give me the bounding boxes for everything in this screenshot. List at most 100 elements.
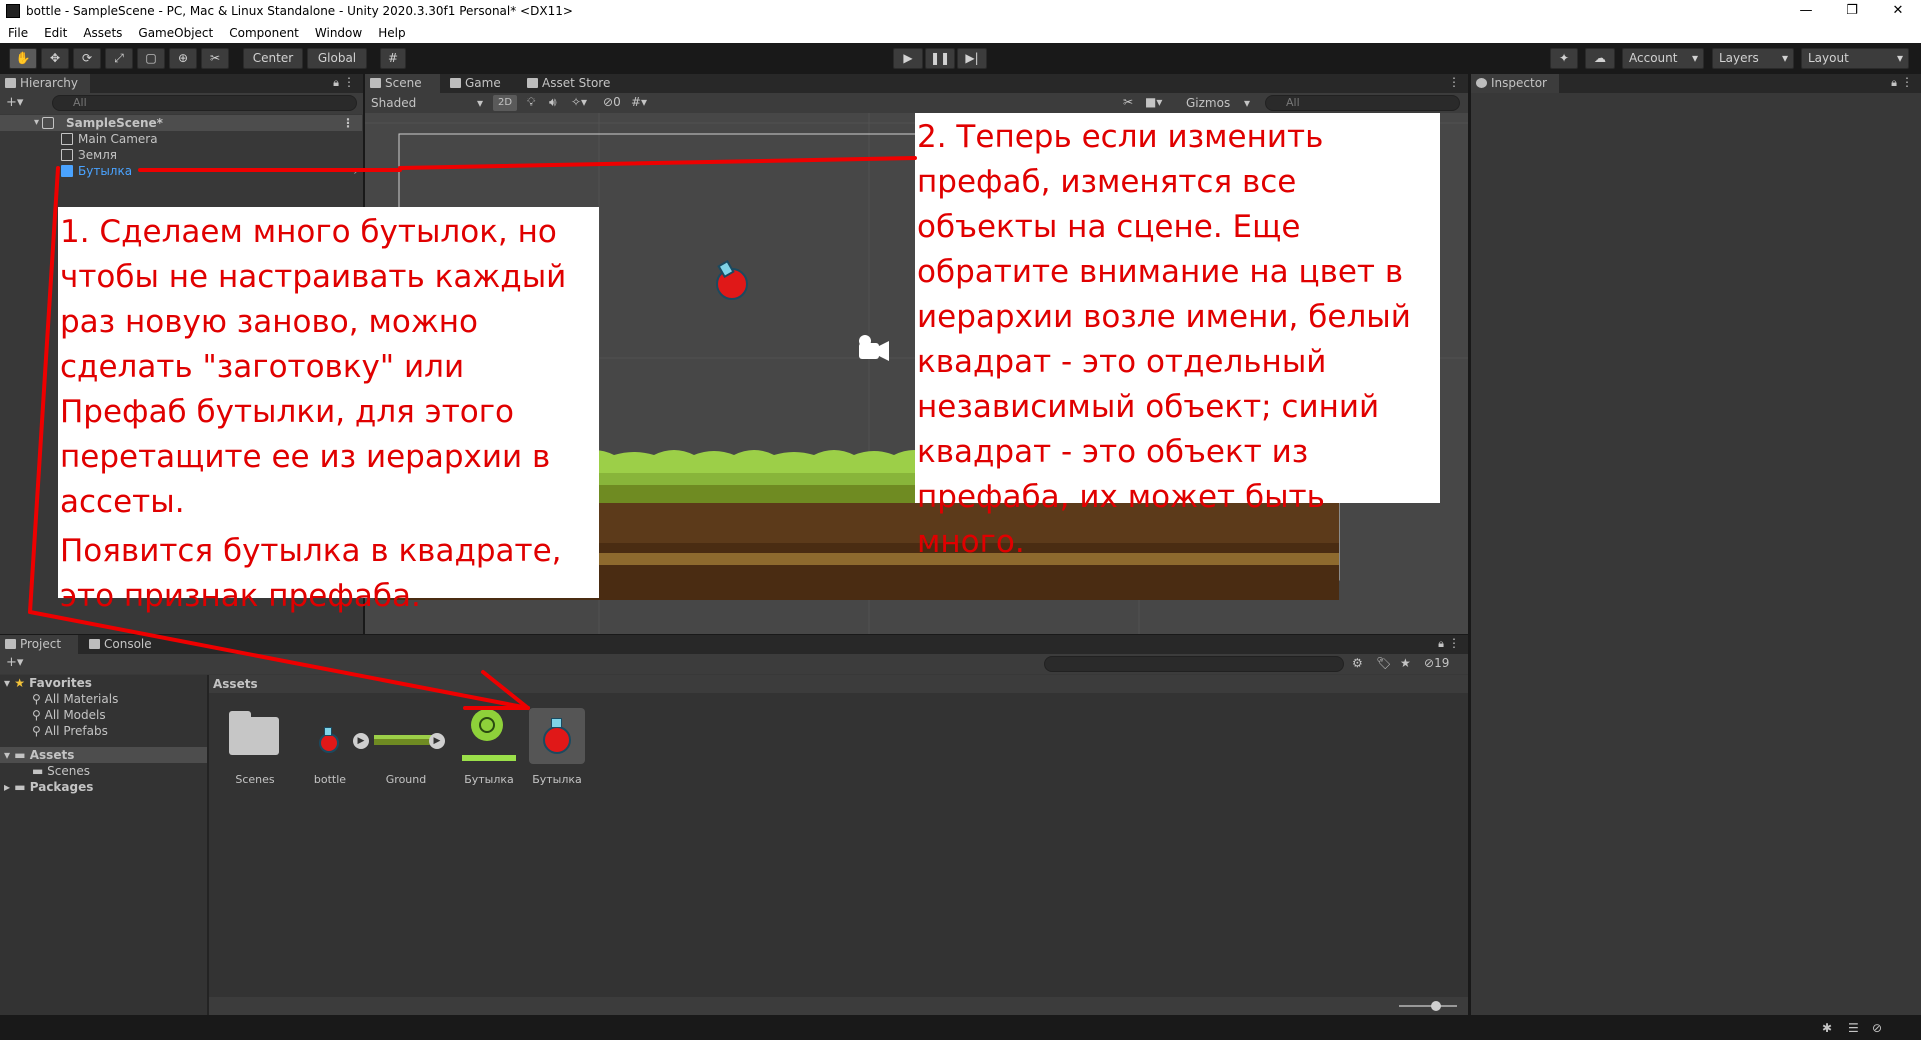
minimize-button[interactable]: —: [1783, 0, 1829, 22]
collab-icon[interactable]: ✦: [1550, 48, 1578, 69]
move-tool-icon[interactable]: ✥: [41, 48, 69, 69]
favorites-row[interactable]: ▾ ★ Favorites: [4, 675, 92, 691]
menu-gameobject[interactable]: GameObject: [130, 26, 221, 40]
tab-project[interactable]: Project: [0, 635, 78, 654]
rotate-tool-icon[interactable]: ⟳: [73, 48, 101, 69]
hand-tool-icon[interactable]: ✋: [9, 48, 37, 69]
unity-app-icon: [6, 4, 20, 18]
more-options-icon[interactable]: ⋮: [1448, 636, 1460, 650]
asset-label-scenes: Scenes: [235, 773, 275, 786]
favorite-all-prefabs[interactable]: ⚲ All Prefabs: [32, 723, 108, 739]
asset-scenes[interactable]: [229, 711, 281, 755]
filter-type-icon[interactable]: ⚙: [1352, 656, 1363, 670]
shading-mode-dropdown[interactable]: Shaded ▾: [367, 94, 487, 112]
assets-folder-row[interactable]: ▾ ▬ Assets: [0, 747, 207, 763]
scale-tool-icon[interactable]: ⤢: [105, 48, 133, 69]
hierarchy-item-ground[interactable]: Земля: [0, 147, 362, 163]
expand-arrow-icon[interactable]: ▾: [34, 115, 39, 131]
gizmos-dropdown[interactable]: Gizmos ▾: [1183, 94, 1253, 112]
zoom-slider-track[interactable]: [1399, 1005, 1457, 1007]
favorite-star-icon[interactable]: ★: [1400, 656, 1411, 670]
more-options-icon[interactable]: ⋮: [343, 75, 355, 89]
project-search-input[interactable]: [1044, 656, 1344, 672]
tab-game[interactable]: Game: [445, 74, 515, 93]
audio-icon[interactable]: 🔊︎: [549, 95, 557, 110]
scene-row[interactable]: ▾ SampleScene* ⋮: [0, 115, 362, 131]
restore-button[interactable]: ❐: [1829, 0, 1875, 22]
packages-folder-row[interactable]: ▸ ▬ Packages: [4, 779, 93, 795]
label-tag-icon[interactable]: 🏷︎: [1376, 656, 1391, 670]
scenes-folder-row[interactable]: ▬ Scenes: [32, 763, 90, 779]
menu-window[interactable]: Window: [307, 26, 370, 40]
hidden-objects-icon[interactable]: ⊘0: [603, 95, 621, 109]
expand-play-icon[interactable]: ▶: [429, 733, 445, 749]
pause-button[interactable]: ❚❚: [925, 48, 955, 69]
menu-edit[interactable]: Edit: [36, 26, 75, 40]
camera-icon[interactable]: ■▾: [1145, 95, 1162, 109]
ground-sprite-icon[interactable]: [374, 735, 436, 745]
bottle-sprite-icon: [319, 733, 339, 753]
bottle-prefab-icon: [543, 726, 571, 754]
zoom-slider-handle[interactable]: [1431, 1001, 1441, 1011]
mode-2d-toggle[interactable]: 2D: [493, 95, 517, 111]
tab-inspector[interactable]: Inspector: [1471, 74, 1559, 93]
account-dropdown[interactable]: Account ▾: [1622, 48, 1704, 69]
lock-icon[interactable]: 🔒︎: [1438, 637, 1444, 651]
asset-label-bottle: bottle: [313, 773, 347, 786]
chevron-right-icon[interactable]: ›: [353, 163, 358, 179]
hierarchy-search-placeholder: All: [73, 96, 87, 109]
add-plus-icon[interactable]: +▾: [6, 95, 23, 110]
layers-dropdown[interactable]: Layers ▾: [1712, 48, 1794, 69]
menu-component[interactable]: Component: [221, 26, 307, 40]
grid-icon[interactable]: #▾: [631, 95, 647, 109]
rect-tool-icon[interactable]: ▢: [137, 48, 165, 69]
close-button[interactable]: ✕: [1875, 0, 1921, 22]
scene-search-input[interactable]: All: [1265, 95, 1460, 111]
lighting-icon[interactable]: 💡︎: [527, 95, 535, 110]
hierarchy-search-input[interactable]: All: [52, 95, 357, 111]
lock-icon[interactable]: 🔒︎: [333, 76, 339, 90]
annotation-note-1-text: 1. Сделаем много бутылок, но чтобы не на…: [60, 214, 567, 520]
tab-scene[interactable]: Scene: [365, 74, 440, 93]
more-options-icon[interactable]: ⋮: [1448, 75, 1460, 89]
tab-scene-label: Scene: [385, 76, 422, 90]
add-plus-icon[interactable]: +▾: [6, 655, 23, 670]
bug-icon[interactable]: ✱: [1822, 1021, 1832, 1035]
hidden-packages-icon[interactable]: ⊘19: [1424, 656, 1449, 670]
asset-bottle[interactable]: [317, 727, 343, 753]
hierarchy-item-bottle[interactable]: Бутылка ›: [0, 163, 362, 179]
lock-icon[interactable]: 🔒︎: [1891, 76, 1897, 90]
gameobject-cube-icon: [61, 133, 73, 145]
breadcrumb[interactable]: Assets: [209, 675, 1468, 693]
step-button[interactable]: ▶|: [957, 48, 987, 69]
expand-play-icon[interactable]: ▶: [353, 733, 369, 749]
pivot-center-toggle[interactable]: Center: [243, 48, 303, 69]
effects-icon[interactable]: ✧▾: [571, 95, 587, 109]
play-button[interactable]: ▶: [893, 48, 923, 69]
tools-icon[interactable]: ✂: [1123, 95, 1133, 109]
hierarchy-item-main-camera[interactable]: Main Camera: [0, 131, 362, 147]
menu-help[interactable]: Help: [370, 26, 413, 40]
menu-file[interactable]: File: [0, 26, 36, 40]
favorite-all-models[interactable]: ⚲ All Models: [32, 707, 106, 723]
space-global-toggle[interactable]: Global: [307, 48, 367, 69]
menu-assets[interactable]: Assets: [75, 26, 130, 40]
grid-snap-icon[interactable]: #: [380, 48, 406, 69]
expand-arrow-icon: ▾: [4, 676, 11, 690]
transform-tool-icon[interactable]: ⊕: [169, 48, 197, 69]
layout-dropdown[interactable]: Layout ▾: [1801, 48, 1909, 69]
custom-tool-icon[interactable]: ✂: [201, 48, 229, 69]
tab-console[interactable]: Console: [84, 635, 164, 654]
cloud-icon[interactable]: ☁: [1585, 48, 1615, 69]
info-icon: [1476, 78, 1487, 88]
more-options-icon[interactable]: ⋮: [1901, 75, 1913, 89]
favorite-all-materials[interactable]: ⚲ All Materials: [32, 691, 118, 707]
tab-hierarchy[interactable]: Hierarchy: [0, 74, 90, 93]
auto-generate-icon[interactable]: ⊘: [1872, 1021, 1882, 1035]
cache-icon[interactable]: ☰: [1848, 1021, 1859, 1035]
space-label: Global: [317, 51, 357, 65]
asset-bottle-prefab[interactable]: [529, 708, 585, 764]
tab-asset-store[interactable]: Asset Store: [522, 74, 622, 93]
asset-bottle-prefab-variant[interactable]: [471, 709, 503, 741]
scene-options-icon[interactable]: ⋮: [342, 115, 354, 131]
